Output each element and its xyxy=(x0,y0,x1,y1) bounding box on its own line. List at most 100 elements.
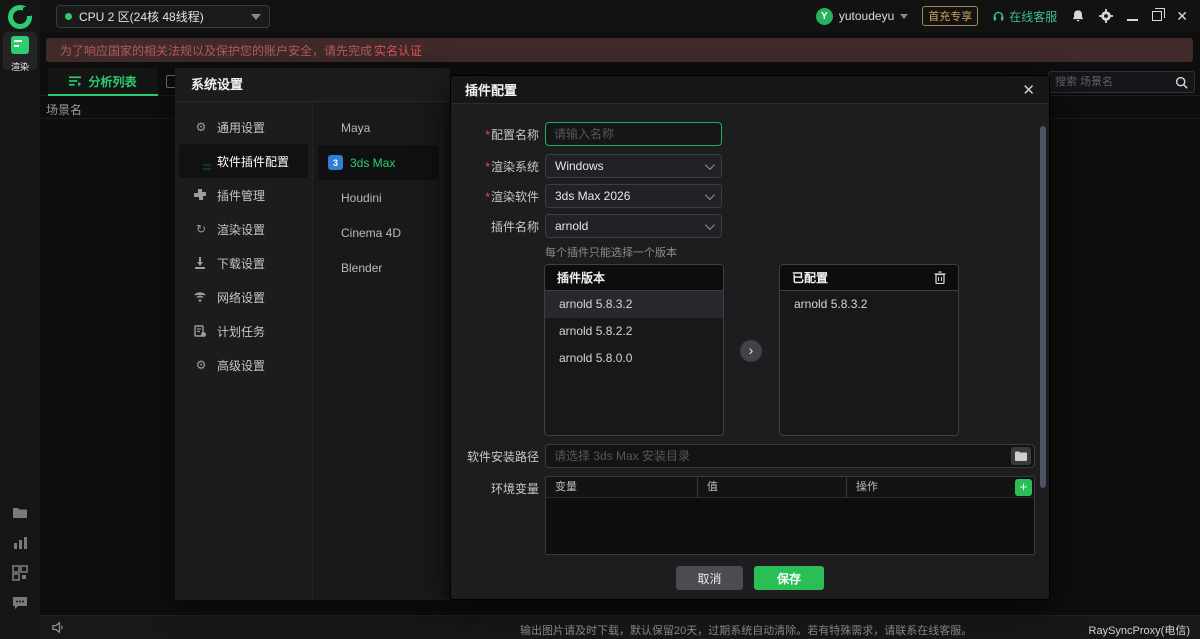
required-asterisk: * xyxy=(485,128,490,142)
plugin-name-select[interactable]: arnold xyxy=(545,214,722,238)
trash-icon[interactable] xyxy=(934,271,946,284)
render-system-row: *渲染系统 Windows xyxy=(451,154,722,178)
dialog-title: 插件配置 xyxy=(465,80,517,99)
config-name-input[interactable] xyxy=(545,122,722,146)
plugin-config-dialog: 插件配置 ✕ *配置名称 *渲染系统 Windows *渲染软件 3ds Max… xyxy=(450,75,1050,600)
speaker-icon[interactable] xyxy=(52,621,65,634)
render-software-select[interactable]: 3ds Max 2026 xyxy=(545,184,722,208)
user-menu[interactable]: Y yutoudeyu xyxy=(816,8,908,25)
version-item[interactable]: arnold 5.8.3.2 xyxy=(545,291,723,318)
menu-item-scheduled-tasks[interactable]: 计划任务 xyxy=(179,314,308,348)
configured-list: 已配置 arnold 5.8.3.2 xyxy=(779,264,959,436)
env-vars-row: 环境变量 变量 值 操作 + xyxy=(451,476,1035,555)
render-software-row: *渲染软件 3ds Max 2026 xyxy=(451,184,722,208)
realname-auth-link[interactable]: 实名认证 xyxy=(374,42,422,59)
software-list: Maya 3 3ds Max Houdini Cinema 4D Blender xyxy=(312,102,444,599)
dialog-header: 插件配置 ✕ xyxy=(451,76,1049,104)
install-path-input[interactable] xyxy=(545,444,1035,468)
search-icon[interactable] xyxy=(1175,76,1188,89)
chevron-down-icon xyxy=(705,160,715,170)
env-col-value: 值 xyxy=(698,477,847,497)
env-vars-table: 变量 值 操作 + xyxy=(545,476,1035,555)
general-settings-icon: ⚙ xyxy=(194,120,208,134)
advanced-gear-icon: ⚙ xyxy=(194,358,208,372)
software-item-blender[interactable]: Blender xyxy=(318,250,439,285)
warning-text: 为了响应国家的相关法规以及保护您的账户安全，请先完成 xyxy=(60,42,372,59)
env-col-variable: 变量 xyxy=(546,477,698,497)
3dsmax-icon: 3 xyxy=(328,155,343,170)
left-rail: 渲染 xyxy=(0,0,40,639)
chevron-down-icon xyxy=(251,14,261,20)
notification-bell-icon[interactable] xyxy=(1071,9,1085,23)
restore-button[interactable] xyxy=(1152,9,1162,23)
menu-item-general[interactable]: ⚙ 通用设置 xyxy=(179,110,308,144)
config-name-row: *配置名称 xyxy=(451,122,722,146)
software-item-maya[interactable]: Maya xyxy=(318,110,439,145)
minimize-button[interactable] xyxy=(1127,9,1138,23)
chevron-down-icon xyxy=(705,220,715,230)
env-col-action: 操作 xyxy=(847,477,1034,497)
calendar-task-icon xyxy=(194,325,208,337)
qr-code-icon[interactable] xyxy=(12,565,28,581)
download-icon xyxy=(194,257,208,269)
zone-selector-value: CPU 2 区(24核 48线程) xyxy=(79,8,204,25)
close-button[interactable]: ✕ xyxy=(1176,9,1188,23)
menu-item-advanced-settings[interactable]: ⚙ 高级设置 xyxy=(179,348,308,382)
menu-item-plugin-config[interactable]: 软件插件配置 xyxy=(179,144,308,178)
app-logo-icon xyxy=(8,5,32,29)
headset-icon xyxy=(992,10,1005,23)
retention-notice: 输出图片请及时下载，默认保留20天，过期系统自动清除。若有特殊需求，请联系在线客… xyxy=(520,622,972,638)
chevron-down-icon xyxy=(705,190,715,200)
chevron-down-icon xyxy=(900,14,908,19)
dialog-close-icon[interactable]: ✕ xyxy=(1022,81,1035,99)
status-bar: 输出图片请及时下载，默认保留20天，过期系统自动清除。若有特殊需求，请联系在线客… xyxy=(0,615,1200,639)
scene-column-header: 场景名 xyxy=(46,101,82,118)
folder-icon[interactable] xyxy=(12,505,28,521)
menu-item-plugin-manage[interactable]: 插件管理 xyxy=(179,178,308,212)
render-settings-icon: ↻ xyxy=(194,222,208,236)
menu-item-download-settings[interactable]: 下载设置 xyxy=(179,246,308,280)
browse-folder-button[interactable] xyxy=(1011,447,1031,465)
zone-selector[interactable]: CPU 2 区(24核 48线程) xyxy=(56,5,270,28)
save-button[interactable]: 保存 xyxy=(754,566,824,590)
first-charge-badge[interactable]: 首充专享 xyxy=(922,6,978,26)
configured-item[interactable]: arnold 5.8.3.2 xyxy=(780,291,958,318)
render-system-select[interactable]: Windows xyxy=(545,154,722,178)
version-list-title: 插件版本 xyxy=(557,269,605,286)
proxy-status: RaySyncProxy(电信) xyxy=(1089,622,1190,638)
scene-search xyxy=(1048,71,1195,93)
realname-warning-bar: 为了响应国家的相关法规以及保护您的账户安全，请先完成实名认证 xyxy=(46,38,1193,62)
analysis-list-icon xyxy=(69,75,82,87)
version-hint: 每个插件只能选择一个版本 xyxy=(545,244,677,260)
software-item-3dsmax[interactable]: 3 3ds Max xyxy=(318,145,439,180)
folder-icon xyxy=(1015,451,1027,461)
user-name: yutoudeyu xyxy=(839,9,894,23)
software-item-cinema4d[interactable]: Cinema 4D xyxy=(318,215,439,250)
settings-gear-icon[interactable] xyxy=(1099,9,1113,23)
wifi-icon xyxy=(194,291,208,303)
menu-item-network-settings[interactable]: 网络设置 xyxy=(179,280,308,314)
online-dot-icon xyxy=(65,13,72,20)
version-item[interactable]: arnold 5.8.0.0 xyxy=(545,345,723,372)
dialog-scrollbar[interactable] xyxy=(1040,126,1046,488)
tab-analysis-list[interactable]: 分析列表 xyxy=(48,68,158,96)
settings-menu: ⚙ 通用设置 软件插件配置 插件管理 ↻ 渲染设置 下载设置 xyxy=(175,102,312,599)
transfer-right-button[interactable]: › xyxy=(740,340,762,362)
rail-item-render[interactable]: 渲染 xyxy=(3,32,37,70)
titlebar: CPU 2 区(24核 48线程) Y yutoudeyu 首充专享 在线客服 xyxy=(40,0,1200,32)
add-env-var-button[interactable]: + xyxy=(1015,479,1032,496)
plugin-version-list: 插件版本 arnold 5.8.3.2 arnold 5.8.2.2 arnol… xyxy=(544,264,724,436)
chat-icon[interactable] xyxy=(12,595,28,611)
version-item[interactable]: arnold 5.8.2.2 xyxy=(545,318,723,345)
configured-list-title: 已配置 xyxy=(792,269,828,286)
scene-search-input[interactable] xyxy=(1055,76,1175,88)
settings-title: 系统设置 xyxy=(175,68,450,102)
menu-item-render-settings[interactable]: ↻ 渲染设置 xyxy=(179,212,308,246)
required-asterisk: * xyxy=(485,190,490,204)
cancel-button[interactable]: 取消 xyxy=(676,566,743,590)
online-support-button[interactable]: 在线客服 xyxy=(992,8,1057,25)
app-window: 渲染 CPU 2 区(24核 48线程) xyxy=(0,0,1200,639)
puzzle-icon xyxy=(194,189,208,201)
bar-chart-icon[interactable] xyxy=(12,535,28,551)
software-item-houdini[interactable]: Houdini xyxy=(318,180,439,215)
